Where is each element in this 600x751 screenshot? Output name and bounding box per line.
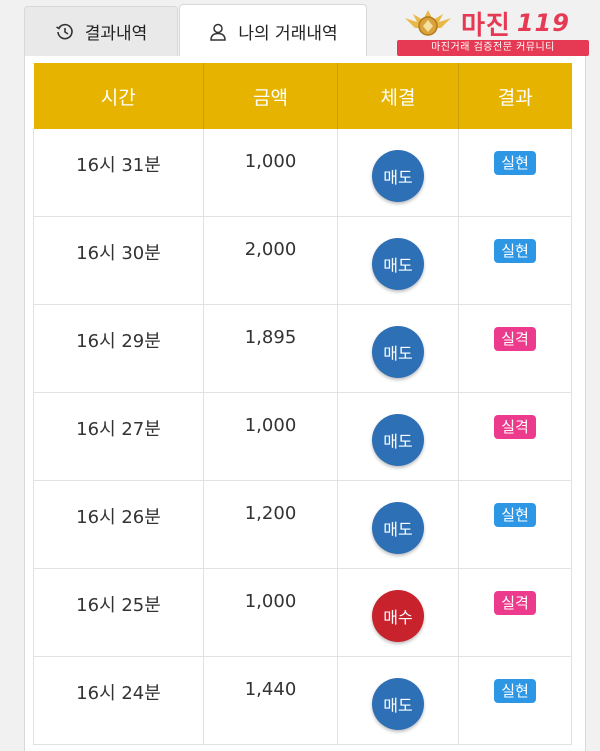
execution-cell: 매도 xyxy=(337,304,459,393)
amount-cell: 2,000 xyxy=(203,216,338,305)
result-badge: 실현 xyxy=(494,239,536,263)
table-row: 16시 24분 1,440 매도 실현 xyxy=(33,656,572,745)
table-row: 16시 25분 1,000 매수 실격 xyxy=(33,568,572,657)
table-row: 16시 27분 1,000 매도 실격 xyxy=(33,392,572,481)
tab-results[interactable]: 결과내역 xyxy=(24,6,178,56)
page: 결과내역 나의 거래내역 마진 119 마진거래 검증전문 커뮤니티 시간 금액… xyxy=(0,0,600,751)
logo-tagline: 마진거래 검증전문 커뮤니티 xyxy=(397,40,589,56)
time-cell: 16시 25분 xyxy=(33,568,204,657)
trade-history-panel: 시간 금액 체결 결과 16시 31분 1,000 매도 실현 16시 30분 … xyxy=(24,56,586,751)
result-badge: 실현 xyxy=(494,503,536,527)
execution-cell: 매수 xyxy=(337,568,459,657)
column-header-result: 결과 xyxy=(458,63,572,129)
execution-cell: 매도 xyxy=(337,216,459,305)
result-badge: 실격 xyxy=(494,591,536,615)
time-cell: 16시 30분 xyxy=(33,216,204,305)
site-logo[interactable]: 마진 119 마진거래 검증전문 커뮤니티 xyxy=(397,6,589,58)
result-cell: 실현 xyxy=(458,216,572,305)
result-cell: 실격 xyxy=(458,392,572,481)
time-cell: 16시 27분 xyxy=(33,392,204,481)
result-badge: 실현 xyxy=(494,679,536,703)
result-badge: 실격 xyxy=(494,415,536,439)
result-badge: 실격 xyxy=(494,327,536,351)
execution-cell: 매도 xyxy=(337,392,459,481)
amount-cell: 1,000 xyxy=(203,129,338,217)
sell-indicator: 매도 xyxy=(372,149,424,202)
amount-cell: 1,000 xyxy=(203,568,338,657)
table-header-row: 시간 금액 체결 결과 xyxy=(33,63,572,129)
sell-indicator: 매도 xyxy=(372,501,424,554)
time-cell: 16시 31분 xyxy=(33,129,204,217)
time-cell: 16시 29분 xyxy=(33,304,204,393)
trade-history-table: 시간 금액 체결 결과 16시 31분 1,000 매도 실현 16시 30분 … xyxy=(33,63,572,745)
history-icon xyxy=(55,22,75,42)
sell-indicator: 매도 xyxy=(372,237,424,290)
sell-indicator: 매도 xyxy=(372,413,424,466)
result-cell: 실현 xyxy=(458,480,572,569)
table-row: 16시 31분 1,000 매도 실현 xyxy=(33,129,572,217)
tab-results-label: 결과내역 xyxy=(84,24,148,44)
time-cell: 16시 24분 xyxy=(33,656,204,745)
amount-cell: 1,200 xyxy=(203,480,338,569)
tab-my-trades-label: 나의 거래내역 xyxy=(238,24,338,44)
amount-cell: 1,000 xyxy=(203,392,338,481)
execution-cell: 매도 xyxy=(337,129,459,217)
logo-emblem xyxy=(403,8,453,40)
result-badge: 실현 xyxy=(494,151,536,175)
user-icon xyxy=(208,22,228,42)
result-cell: 실현 xyxy=(458,656,572,745)
execution-cell: 매도 xyxy=(337,656,459,745)
buy-indicator: 매수 xyxy=(372,589,424,642)
table-row: 16시 29분 1,895 매도 실격 xyxy=(33,304,572,393)
amount-cell: 1,895 xyxy=(203,304,338,393)
sell-indicator: 매도 xyxy=(372,325,424,378)
sell-indicator: 매도 xyxy=(372,677,424,730)
logo-name: 마진 xyxy=(461,10,511,41)
execution-cell: 매도 xyxy=(337,480,459,569)
column-header-execution: 체결 xyxy=(337,63,459,129)
logo-number: 119 xyxy=(516,9,570,37)
table-row: 16시 30분 2,000 매도 실현 xyxy=(33,216,572,305)
time-cell: 16시 26분 xyxy=(33,480,204,569)
column-header-amount: 금액 xyxy=(203,63,338,129)
result-cell: 실현 xyxy=(458,129,572,217)
logo-wordmark: 마진 119 xyxy=(461,6,570,41)
column-header-time: 시간 xyxy=(33,63,204,129)
table-row: 16시 26분 1,200 매도 실현 xyxy=(33,480,572,569)
result-cell: 실격 xyxy=(458,568,572,657)
tab-my-trades[interactable]: 나의 거래내역 xyxy=(179,4,367,58)
result-cell: 실격 xyxy=(458,304,572,393)
amount-cell: 1,440 xyxy=(203,656,338,745)
